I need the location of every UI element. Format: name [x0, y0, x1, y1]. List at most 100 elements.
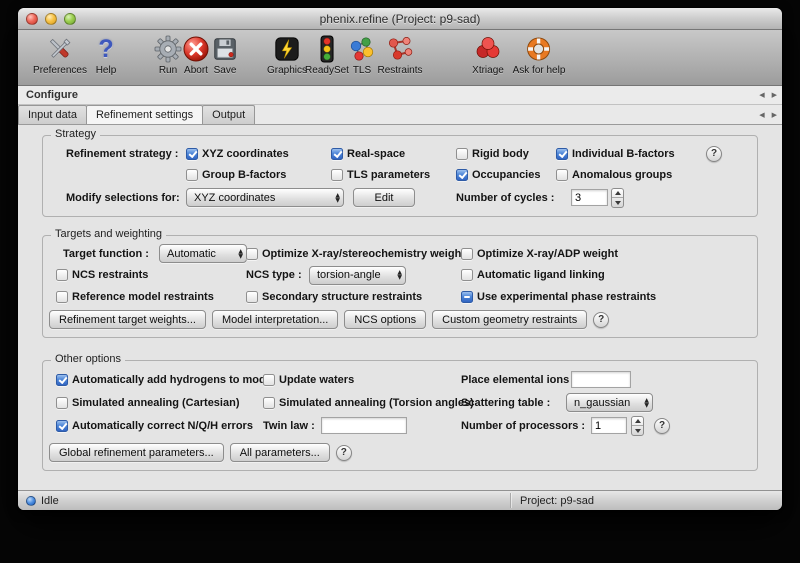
toolbar-restraints-label: Restraints [377, 65, 422, 76]
scroll-left-icon[interactable]: ◀ [759, 91, 764, 99]
toolbar-save-button[interactable]: Save [207, 34, 243, 76]
optimize-xray-stereochemistry-checkbox[interactable] [246, 248, 258, 260]
xyz-coordinates-checkbox[interactable] [186, 148, 198, 160]
toolbar-readyset-button[interactable]: ReadySet [305, 34, 349, 76]
tls-parameters-label: TLS parameters [347, 169, 430, 181]
targets-help-button[interactable]: ? [593, 312, 609, 328]
number-of-processors-label: Number of processors : [461, 420, 585, 432]
individual-b-factors-checkbox[interactable] [556, 148, 568, 160]
reference-model-restraints-checkbox[interactable] [56, 291, 68, 303]
strategy-row-2: Group B-factors TLS parameters Occupanci… [43, 164, 757, 185]
zoom-window-icon[interactable] [64, 13, 76, 25]
other-row-2: Simulated annealing (Cartesian) Simulate… [43, 391, 757, 414]
scattering-table-label: Scattering table : [461, 397, 550, 409]
correct-nqh-errors-label: Automatically correct N/Q/H errors [72, 420, 253, 432]
modify-selections-value: XYZ coordinates [194, 192, 275, 204]
toolbar-tls-label: TLS [353, 65, 371, 76]
toolbar-run-label: Run [159, 65, 177, 76]
window-title: phenix.refine (Project: p9-sad) [320, 12, 481, 26]
tab-refinement-settings[interactable]: Refinement settings [86, 105, 203, 124]
toolbar-graphics-button[interactable]: Graphics [267, 34, 307, 76]
graphics-spark-icon [269, 34, 305, 64]
lifebuoy-icon [521, 34, 557, 64]
toolbar-preferences-button[interactable]: Preferences [33, 34, 87, 76]
twin-law-input[interactable] [321, 417, 407, 434]
scroll-right-icon[interactable]: ▶ [772, 111, 777, 119]
update-waters-label: Update waters [279, 374, 354, 386]
toolbar-help-label: Help [96, 65, 117, 76]
simulated-annealing-torsion-checkbox[interactable] [263, 397, 275, 409]
strategy-help-button[interactable]: ? [706, 146, 722, 162]
anomalous-groups-checkbox[interactable] [556, 169, 568, 181]
settings-panel: Strategy Refinement strategy : XYZ coord… [18, 125, 782, 490]
scroll-right-icon[interactable]: ▶ [772, 91, 777, 99]
secondary-structure-restraints-checkbox[interactable] [246, 291, 258, 303]
experimental-phase-restraints-checkbox[interactable] [461, 291, 473, 303]
toolbar-restraints-button[interactable]: Restraints [377, 34, 422, 76]
anomalous-groups-label: Anomalous groups [572, 169, 672, 181]
target-function-label: Target function : [63, 248, 149, 260]
edit-selection-button[interactable]: Edit [353, 188, 415, 207]
ncs-options-button[interactable]: NCS options [344, 310, 426, 329]
place-elemental-ions-input[interactable] [571, 371, 631, 388]
status-text: Idle [41, 495, 59, 507]
number-of-processors-input[interactable] [591, 417, 627, 434]
minimize-window-icon[interactable] [45, 13, 57, 25]
update-waters-checkbox[interactable] [263, 374, 275, 386]
ncs-type-label: NCS type : [246, 269, 302, 281]
toolbar-help-button[interactable]: ? Help [88, 34, 124, 76]
stepper-up-icon[interactable] [632, 417, 643, 427]
correct-nqh-errors-checkbox[interactable] [56, 420, 68, 432]
ncs-type-value: torsion-angle [317, 269, 381, 281]
title-bar[interactable]: phenix.refine (Project: p9-sad) [18, 8, 782, 30]
automatic-ligand-linking-checkbox[interactable] [461, 269, 473, 281]
occupancies-checkbox[interactable] [456, 169, 468, 181]
other-row-3: Automatically correct N/Q/H errors Twin … [43, 414, 757, 437]
number-of-cycles-input[interactable] [571, 189, 608, 206]
stepper-down-icon[interactable] [632, 426, 643, 435]
place-elemental-ions-label: Place elemental ions : [461, 374, 576, 386]
tab-input-data[interactable]: Input data [18, 105, 87, 124]
other-options-help-button[interactable]: ? [336, 445, 352, 461]
group-b-factors-checkbox[interactable] [186, 169, 198, 181]
toolbar-ask-for-help-button[interactable]: Ask for help [513, 34, 566, 76]
ncs-restraints-checkbox[interactable] [56, 269, 68, 281]
individual-b-factors-label: Individual B-factors [572, 148, 675, 160]
scattering-table-value: n_gaussian [574, 397, 630, 409]
rigid-body-label: Rigid body [472, 148, 529, 160]
targets-buttons-row: Refinement target weights... Model inter… [43, 308, 757, 331]
refinement-target-weights-button[interactable]: Refinement target weights... [49, 310, 206, 329]
real-space-checkbox[interactable] [331, 148, 343, 160]
all-parameters-button[interactable]: All parameters... [230, 443, 330, 462]
stepper-up-icon[interactable] [612, 189, 623, 199]
toolbar-tls-button[interactable]: TLS [344, 34, 380, 76]
modify-selections-dropdown[interactable]: XYZ coordinates▲▼ [186, 188, 344, 207]
configure-scrollers: ◀ ▶ [759, 86, 777, 104]
target-function-dropdown[interactable]: Automatic▲▼ [159, 244, 247, 263]
rigid-body-checkbox[interactable] [456, 148, 468, 160]
xyz-coordinates-label: XYZ coordinates [202, 148, 289, 160]
tab-output[interactable]: Output [202, 105, 255, 124]
targets-row-1: Target function : Automatic▲▼ Optimize X… [43, 243, 757, 264]
global-refinement-parameters-button[interactable]: Global refinement parameters... [49, 443, 224, 462]
scroll-left-icon[interactable]: ◀ [759, 111, 764, 119]
toolbar-ask-for-help-label: Ask for help [513, 65, 566, 76]
optimize-xray-adp-checkbox[interactable] [461, 248, 473, 260]
targets-row-3: Reference model restraints Secondary str… [43, 286, 757, 307]
stepper-down-icon[interactable] [612, 198, 623, 207]
model-interpretation-button[interactable]: Model interpretation... [212, 310, 338, 329]
occupancies-label: Occupancies [472, 169, 540, 181]
other-options-group: Other options Automatically add hydrogen… [42, 360, 758, 471]
add-hydrogens-checkbox[interactable] [56, 374, 68, 386]
custom-geometry-restraints-button[interactable]: Custom geometry restraints [432, 310, 587, 329]
tls-parameters-checkbox[interactable] [331, 169, 343, 181]
simulated-annealing-cartesian-checkbox[interactable] [56, 397, 68, 409]
close-window-icon[interactable] [26, 13, 38, 25]
ncs-type-dropdown[interactable]: torsion-angle▲▼ [309, 266, 406, 285]
status-project: Project: p9-sad [520, 495, 594, 507]
toolbar-xtriage-button[interactable]: Xtriage [470, 34, 506, 76]
scattering-table-dropdown[interactable]: n_gaussian▲▼ [566, 393, 653, 412]
processors-help-button[interactable]: ? [654, 418, 670, 434]
optimize-xray-adp-label: Optimize X-ray/ADP weight [477, 248, 618, 260]
popup-arrows-icon: ▲▼ [238, 245, 243, 262]
